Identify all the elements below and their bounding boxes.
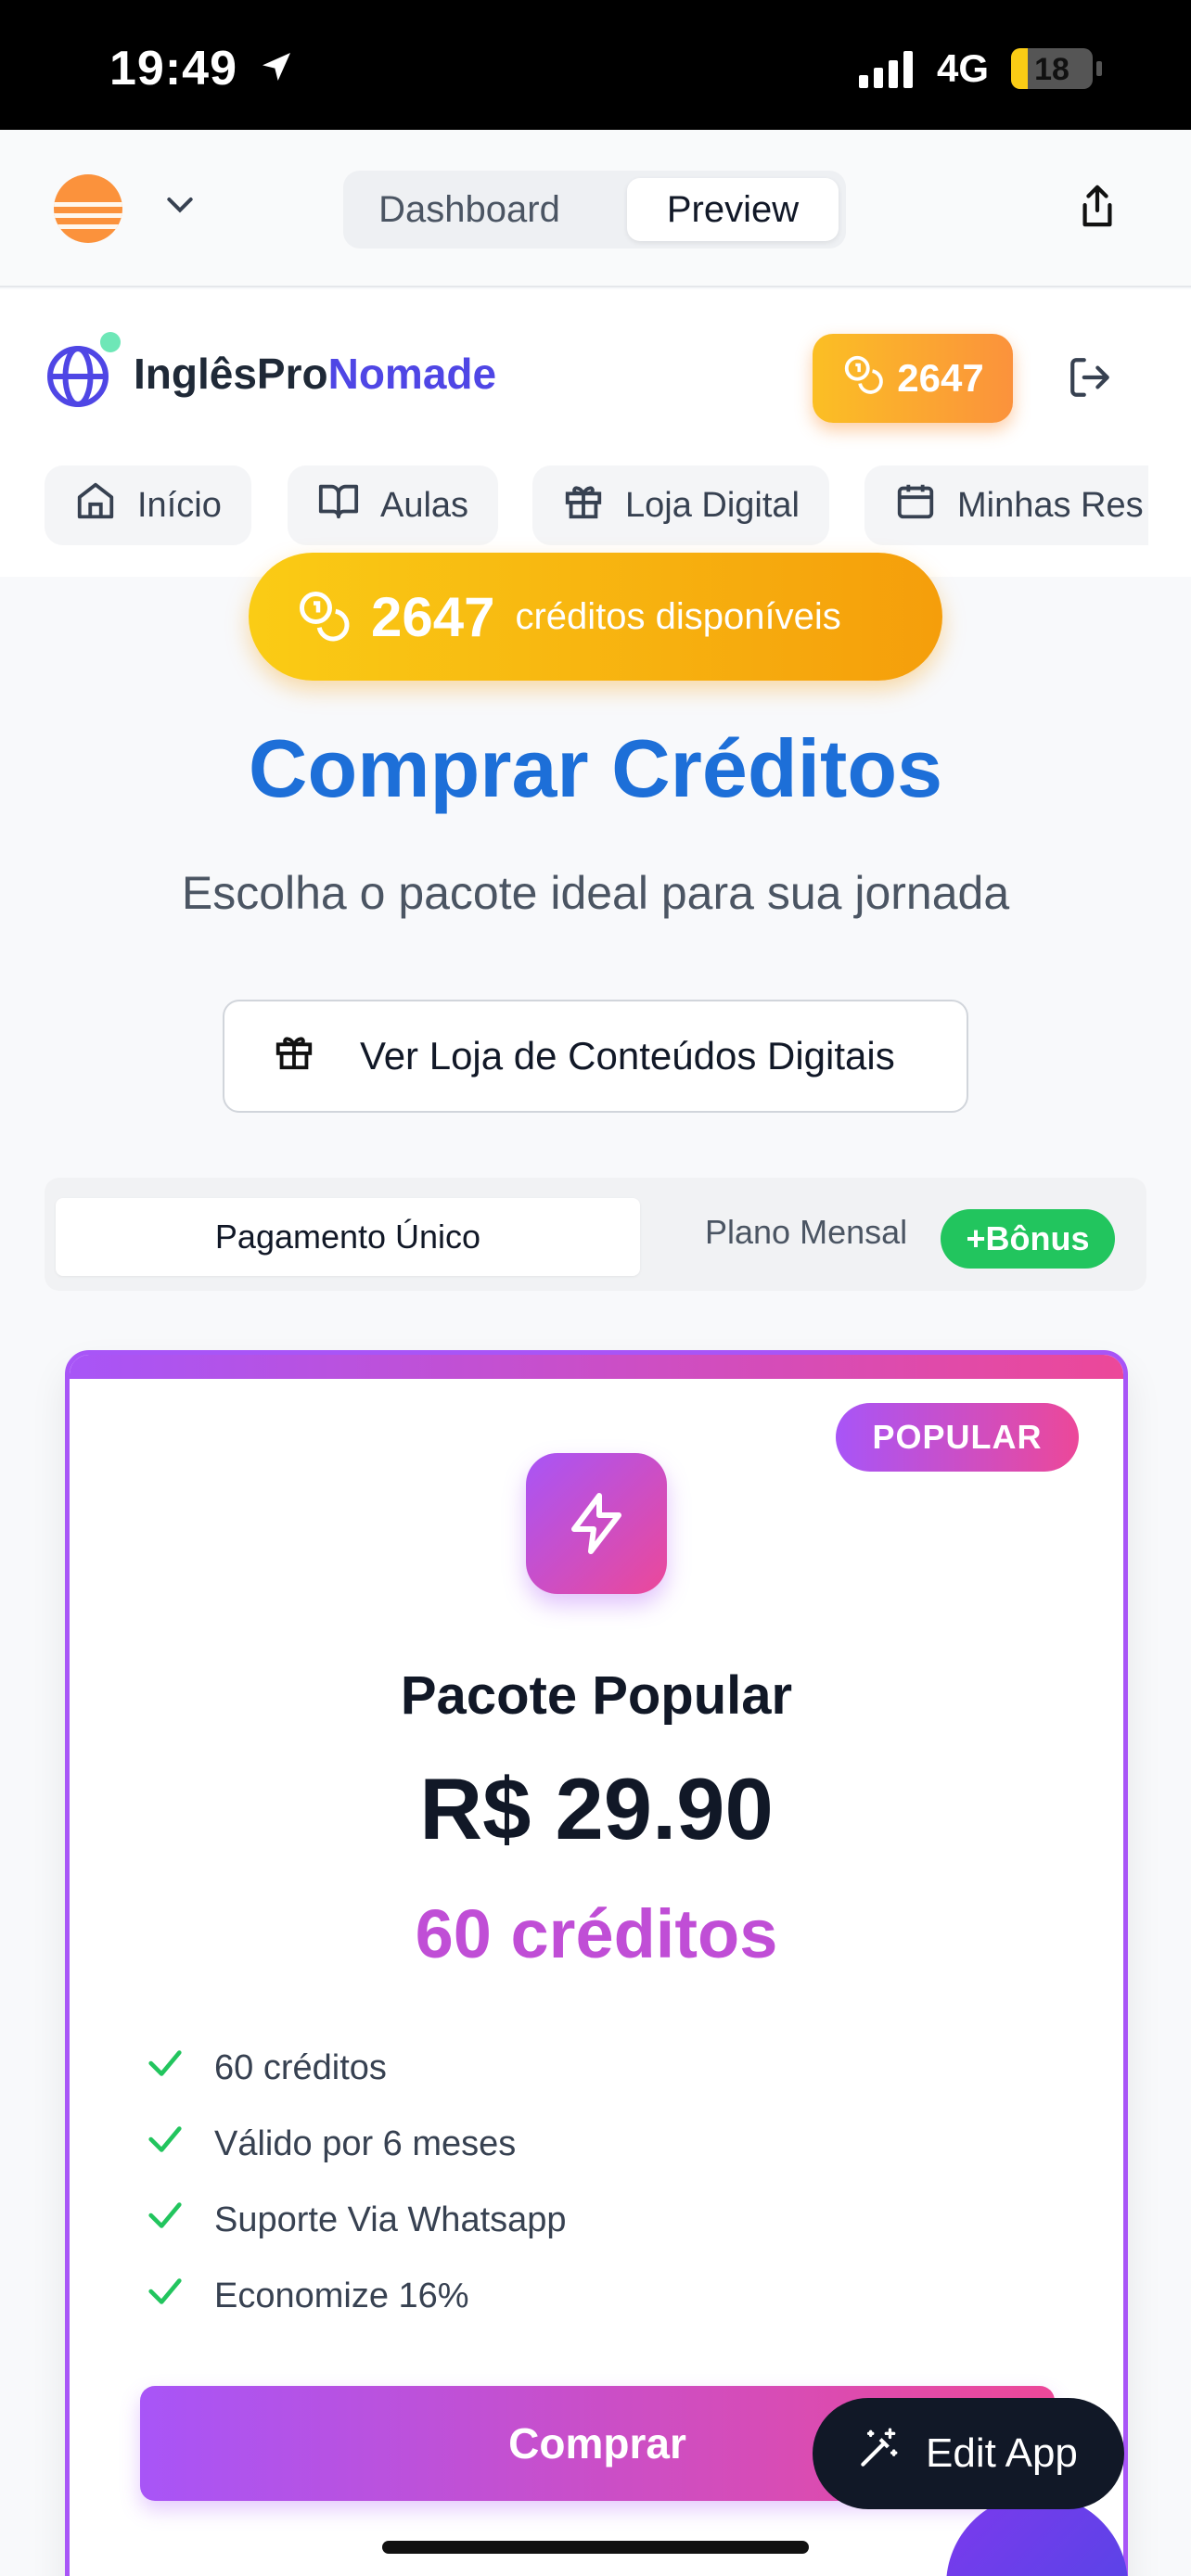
feature-text: 60 créditos [214,2047,387,2087]
view-mode-toggle: Dashboard Preview [343,171,846,249]
page-title: Comprar Créditos [248,722,943,814]
digital-store-label: Ver Loja de Conteúdos Digitais [360,1034,895,1078]
battery-icon: 18 [1011,48,1093,89]
share-icon[interactable] [1076,184,1119,235]
gift-icon [562,479,605,531]
status-bar: 19:49 4G 18 [0,0,1191,130]
tab-monthly-plan[interactable]: Plano Mensal [705,1213,907,1252]
bonus-badge: +Bônus [941,1209,1115,1269]
tab-dashboard[interactable]: Dashboard [351,178,588,241]
coins-icon [841,352,884,404]
battery-level: 18 [1034,52,1069,87]
book-icon [317,479,360,531]
coins-icon [295,587,351,647]
balance-label: créditos disponíveis [515,595,841,637]
credits-count: 2647 [897,356,984,400]
nav-tab-inicio[interactable]: Início [45,465,251,545]
check-icon [144,2270,186,2322]
edit-app-button[interactable]: Edit App [813,2398,1124,2509]
nav-tab-loja-digital[interactable]: Loja Digital [532,465,829,545]
app-logo-icon[interactable] [54,174,122,243]
plan-credits: 60 créditos [415,1895,778,1972]
tab-one-time-payment[interactable]: Pagamento Único [56,1198,640,1276]
feature-list: 60 créditos Válido por 6 meses Suporte V… [144,2030,567,2334]
brand-name[interactable]: InglêsProNomade [134,349,496,399]
signal-icon [858,49,913,88]
feature-text: Válido por 6 meses [214,2123,517,2163]
card-accent-bar [70,1355,1123,1379]
credits-balance-banner: 2647 créditos disponíveis [249,553,942,681]
edit-app-label: Edit App [926,2430,1078,2476]
digital-store-button[interactable]: Ver Loja de Conteúdos Digitais [223,1000,968,1113]
location-arrow-icon [258,48,295,90]
nav-tab-label: Início [137,485,222,525]
logout-icon[interactable] [1067,354,1113,405]
plan-price: R$ 29.90 [419,1760,774,1857]
nav-tab-aulas[interactable]: Aulas [288,465,499,545]
nav-tab-label: Minhas Res [957,485,1144,525]
list-item: Economize 16% [144,2258,567,2334]
tab-preview[interactable]: Preview [627,178,839,241]
brand-name-accent: Nomade [327,350,497,398]
popular-badge: POPULAR [836,1403,1079,1472]
brand-name-main: InglêsPro [134,350,328,398]
calendar-icon [894,479,937,531]
main-nav-tabs: Início Aulas Loja Digital Minhas Res [45,465,1148,547]
globe-icon [45,343,111,414]
list-item: Válido por 6 meses [144,2106,567,2182]
list-item: Suporte Via Whatsapp [144,2182,567,2258]
site-nav: InglêsProNomade 2647 Início Aulas Loja D… [0,289,1191,577]
network-label: 4G [936,46,989,90]
payment-type-toggle: Pagamento Único Plano Mensal +Bônus [45,1178,1146,1291]
gift-icon [273,1030,315,1082]
list-item: 60 créditos [144,2030,567,2106]
plan-card: POPULAR Pacote Popular R$ 29.90 60 crédi… [65,1350,1128,2576]
nav-tab-minhas-reservas[interactable]: Minhas Res [864,465,1148,545]
status-time: 19:49 [109,42,237,96]
lightning-icon [526,1453,667,1594]
home-icon [74,479,117,531]
chevron-down-icon[interactable] [161,185,198,227]
balance-amount: 2647 [371,585,495,648]
plan-name: Pacote Popular [400,1665,793,1726]
feature-text: Suporte Via Whatsapp [214,2200,567,2239]
feature-text: Economize 16% [214,2276,469,2315]
app-header: Dashboard Preview [0,130,1191,287]
check-icon [144,2118,186,2170]
home-indicator [382,2541,809,2554]
check-icon [144,2042,186,2094]
page-subtitle: Escolha o pacote ideal para sua jornada [181,867,1010,919]
check-icon [144,2194,186,2246]
credits-badge[interactable]: 2647 [813,334,1013,423]
online-indicator [100,332,121,352]
nav-tab-label: Loja Digital [625,485,800,525]
nav-tab-label: Aulas [380,485,469,525]
magic-wand-icon [855,2426,902,2482]
